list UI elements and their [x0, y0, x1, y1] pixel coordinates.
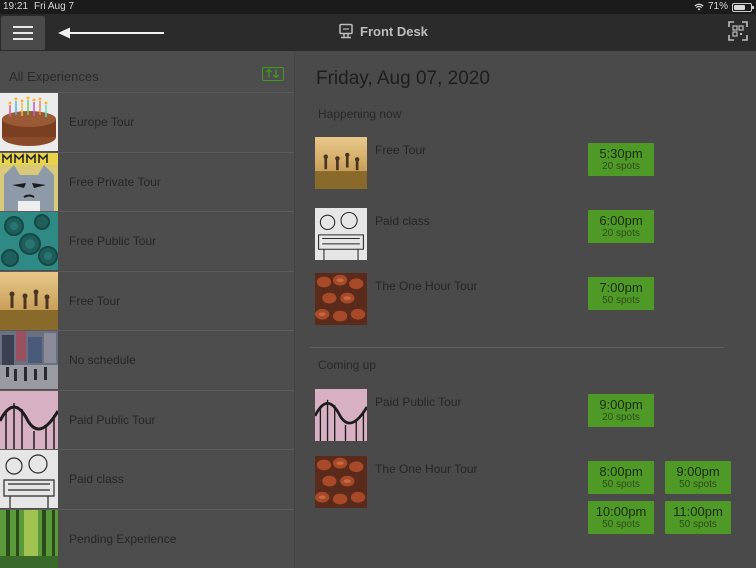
schedule-pane: Friday, Aug 07, 2020 Happening now Free …: [296, 51, 756, 568]
status-right: 71%: [694, 0, 754, 14]
time-slot-button[interactable]: 7:00pm 50 spots: [588, 277, 654, 310]
time-slot-button[interactable]: 8:00pm 50 spots: [588, 461, 654, 494]
time-slot-button[interactable]: 11:00pm 50 spots: [665, 501, 731, 534]
menu-line: [13, 26, 33, 28]
slot-spots: 20 spots: [602, 412, 640, 423]
slot-time: 5:30pm: [599, 146, 643, 161]
time-slot-button[interactable]: 9:00pm 20 spots: [588, 394, 654, 427]
slot-time: 11:00pm: [673, 504, 723, 519]
battery-fill: [734, 4, 746, 10]
sidebar-item-label: Paid class: [69, 472, 124, 486]
status-date: Fri Aug 7: [34, 1, 75, 12]
sidebar-title: All Experiences: [9, 69, 99, 84]
sidebar-item-free-tour[interactable]: Free Tour: [0, 271, 294, 331]
page-title-text: Front Desk: [360, 23, 428, 39]
time-slot-button[interactable]: 10:00pm 50 spots: [588, 501, 654, 534]
time-slot-button[interactable]: 9:00pm 50 spots: [665, 461, 731, 494]
sidebar-header: All Experiences: [0, 51, 294, 93]
virus-thumbnail: [0, 212, 58, 270]
rollercoaster-thumbnail: [0, 390, 58, 449]
slot-spots: 50 spots: [602, 295, 640, 306]
tour-row: Free Tour: [315, 137, 735, 193]
slot-spots: 50 spots: [602, 479, 640, 490]
slot-time: 7:00pm: [599, 280, 643, 295]
tour-name: Paid Public Tour: [375, 395, 462, 409]
slot-time: 9:00pm: [599, 397, 643, 412]
tour-row: Paid Public Tour: [315, 389, 735, 445]
slot-time: 9:00pm: [676, 464, 720, 479]
wifi-icon: [694, 3, 704, 11]
eggs-thumbnail: [315, 456, 367, 508]
sidebar-item-free-private-tour[interactable]: Free Private Tour: [0, 152, 294, 212]
battery-percent: 71%: [707, 1, 728, 12]
time-slot-button[interactable]: 6:00pm 20 spots: [588, 210, 654, 243]
status-time: 19:21: [3, 1, 29, 12]
sidebar-item-pending-experience[interactable]: Pending Experience: [0, 509, 294, 568]
field-people-thumbnail: [0, 271, 58, 330]
sidebar-item-label: Free Tour: [69, 293, 121, 308]
slot-time: 8:00pm: [599, 464, 643, 479]
rollercoaster-thumbnail: [315, 389, 367, 441]
status-bar: 19:21 Fri Aug 7 71%: [0, 0, 756, 14]
sidebar-item-europe-tour[interactable]: Europe Tour: [0, 93, 294, 153]
sidebar-item-label: Paid Public Tour: [69, 412, 156, 427]
menu-line: [13, 32, 33, 34]
section-coming-up: Coming up: [318, 358, 377, 372]
battery-icon: [732, 2, 754, 12]
page-title: Front Desk: [338, 23, 428, 39]
sidebar-item-label: Free Private Tour: [69, 174, 161, 189]
sidebar-item-paid-public-tour[interactable]: Paid Public Tour: [0, 390, 294, 450]
section-happening-now: Happening now: [318, 107, 402, 121]
slot-spots: 50 spots: [602, 519, 640, 530]
eggs-thumbnail: [315, 273, 367, 325]
menu-line: [13, 38, 33, 40]
left-arrow-icon: [58, 27, 164, 39]
qr-scan-icon[interactable]: [728, 21, 748, 41]
sketch-thumbnail: [0, 450, 58, 508]
tour-name: The One Hour Tour: [375, 462, 478, 476]
section-divider: [310, 347, 724, 348]
slot-time: 10:00pm: [595, 504, 647, 519]
schedule-date: Friday, Aug 07, 2020: [316, 68, 490, 89]
cat-meme-thumbnail: [0, 152, 58, 211]
tour-row: The One Hour Tour: [315, 273, 735, 329]
sketch-thumbnail: [315, 208, 367, 260]
sidebar-item-label: Free Public Tour: [69, 234, 157, 248]
time-slot-button[interactable]: 5:30pm 20 spots: [588, 143, 654, 176]
sidebar-item-label: Europe Tour: [69, 115, 135, 129]
hamburger-menu-icon[interactable]: [1, 16, 45, 50]
field-people-thumbnail: [315, 137, 367, 189]
sidebar-item-paid-class[interactable]: Paid class: [0, 450, 294, 510]
navbar: Front Desk: [0, 14, 756, 51]
tour-row: Paid class: [315, 208, 735, 264]
slot-spots: 20 spots: [602, 161, 640, 172]
tour-name: Paid class: [375, 214, 430, 228]
sidebar-item-no-schedule[interactable]: No schedule: [0, 331, 294, 391]
city-street-thumbnail: [0, 331, 58, 389]
sort-arrows-icon[interactable]: [262, 67, 284, 81]
sidebar-item-label: No schedule: [69, 353, 136, 367]
experiences-sidebar: All Experiences Europe Tour Free Private…: [0, 51, 295, 568]
slot-spots: 50 spots: [679, 519, 717, 530]
slot-spots: 20 spots: [602, 228, 640, 239]
forest-thumbnail: [0, 509, 58, 568]
cake-thumbnail: [0, 93, 58, 151]
sidebar-item-label: Pending Experience: [69, 531, 177, 546]
desk-icon: [339, 23, 353, 39]
slot-time: 6:00pm: [599, 213, 643, 228]
sidebar-item-free-public-tour[interactable]: Free Public Tour: [0, 212, 294, 272]
sort-arrows-glyph: [266, 68, 279, 79]
slot-spots: 50 spots: [679, 479, 717, 490]
tour-name: The One Hour Tour: [375, 279, 478, 293]
tour-name: Free Tour: [375, 143, 427, 157]
